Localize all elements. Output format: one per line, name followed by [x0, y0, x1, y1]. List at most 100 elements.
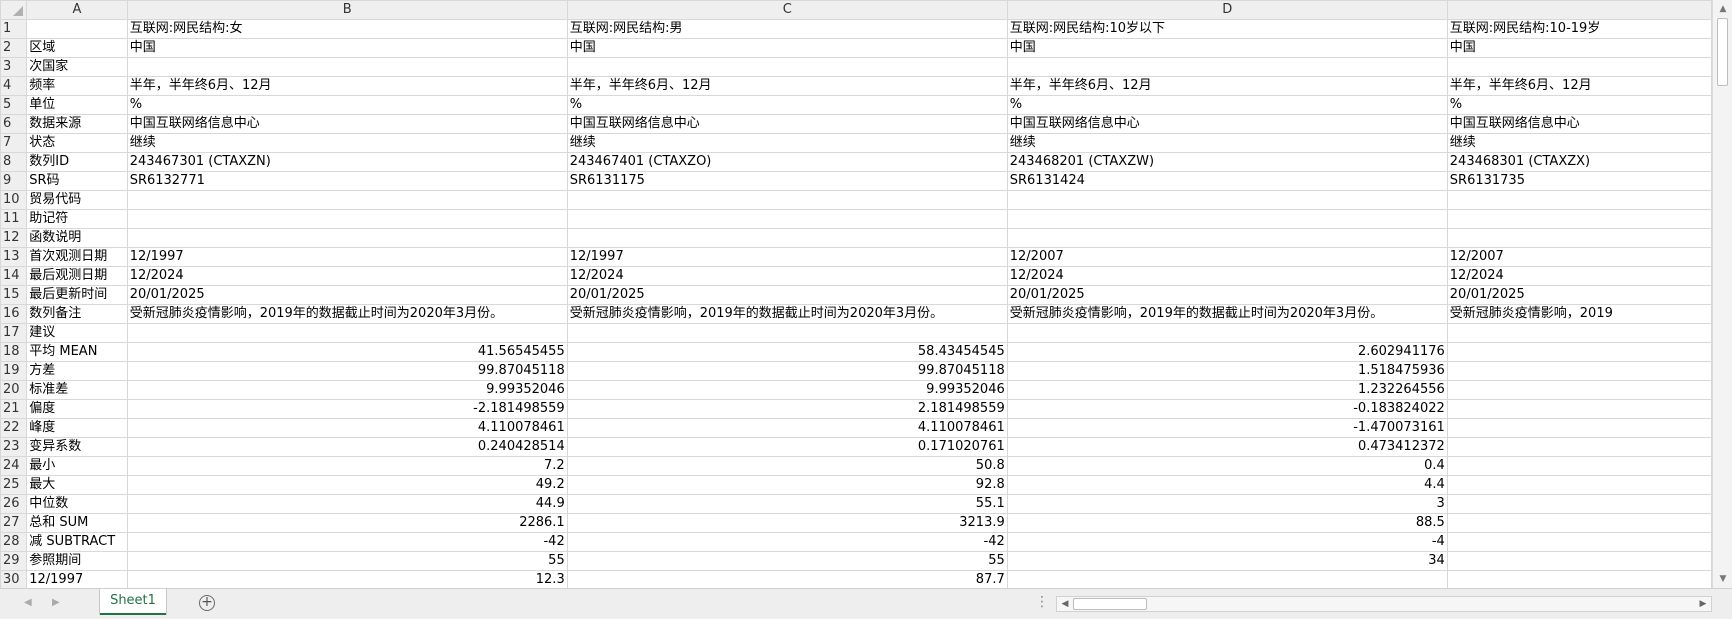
row-header[interactable]: 19 — [0, 361, 28, 381]
cell-a[interactable]: 12/1997 — [26, 570, 128, 588]
row-header[interactable]: 11 — [0, 209, 28, 229]
cell-d[interactable]: 34 — [1006, 551, 1448, 571]
cell-d[interactable]: -0.183824022 — [1006, 399, 1448, 419]
cell-d[interactable]: 1.518475936 — [1006, 361, 1448, 381]
row-header[interactable]: 21 — [0, 399, 28, 419]
row-header[interactable]: 20 — [0, 380, 28, 400]
cell-a[interactable]: 次国家 — [26, 57, 128, 77]
cell-c[interactable]: 中国互联网络信息中心 — [566, 114, 1008, 134]
cell-e[interactable]: 继续 — [1446, 133, 1712, 153]
cell-a[interactable]: 数据来源 — [26, 114, 128, 134]
cell-a[interactable]: 最后更新时间 — [26, 285, 128, 305]
cell-e[interactable] — [1446, 437, 1712, 457]
cell-e[interactable]: 半年，半年终6月、12月 — [1446, 76, 1712, 96]
cell-b[interactable] — [126, 209, 568, 229]
cell-c[interactable]: 243467401 (CTAXZO) — [566, 152, 1008, 172]
cell-d[interactable] — [1006, 57, 1448, 77]
cell-b[interactable] — [126, 228, 568, 248]
cell-b[interactable] — [126, 190, 568, 210]
cell-c[interactable]: 继续 — [566, 133, 1008, 153]
cell-d[interactable]: % — [1006, 95, 1448, 115]
cell-a[interactable]: 峰度 — [26, 418, 128, 438]
cell-d[interactable]: 3 — [1006, 494, 1448, 514]
row-header[interactable]: 16 — [0, 304, 28, 324]
cell-a[interactable]: 频率 — [26, 76, 128, 96]
plus-circle-icon[interactable]: + — [199, 595, 215, 611]
cell-a[interactable]: 助记符 — [26, 209, 128, 229]
cell-c[interactable] — [566, 57, 1008, 77]
row-header[interactable]: 2 — [0, 38, 28, 58]
cell-a[interactable]: 单位 — [26, 95, 128, 115]
cell-c[interactable] — [566, 190, 1008, 210]
cell-e[interactable]: SR6131735 — [1446, 171, 1712, 191]
cell-b[interactable]: -2.181498559 — [126, 399, 568, 419]
cell-b[interactable]: 受新冠肺炎疫情影响，2019年的数据截止时间为2020年3月份。 — [126, 304, 568, 324]
cell-d[interactable]: 0.473412372 — [1006, 437, 1448, 457]
cell-e[interactable]: 12/2007 — [1446, 247, 1712, 267]
row-header[interactable]: 3 — [0, 57, 28, 77]
cell-c[interactable]: % — [566, 95, 1008, 115]
cell-c[interactable]: 12/2024 — [566, 266, 1008, 286]
spreadsheet-grid[interactable]: A B C D 1 互联网:网民结构:女 互联网:网民结构:男 互联网:网民结构:10… — [0, 0, 1712, 588]
cell-e[interactable] — [1446, 342, 1712, 362]
cell-e[interactable] — [1446, 323, 1712, 343]
cell-d[interactable]: 2.602941176 — [1006, 342, 1448, 362]
cell-a[interactable]: 中位数 — [26, 494, 128, 514]
cell-a[interactable]: 数列备注 — [26, 304, 128, 324]
cell-c[interactable]: 58.43454545 — [566, 342, 1008, 362]
cell-d[interactable]: 243468201 (CTAXZW) — [1006, 152, 1448, 172]
select-all-corner[interactable] — [0, 0, 28, 20]
cell-d[interactable]: 继续 — [1006, 133, 1448, 153]
cell-a[interactable]: 减 SUBTRACT — [26, 532, 128, 552]
cell-d[interactable] — [1006, 190, 1448, 210]
cell-c[interactable]: 20/01/2025 — [566, 285, 1008, 305]
cell-c[interactable]: 中国 — [566, 38, 1008, 58]
cell-b[interactable] — [126, 323, 568, 343]
column-header-b[interactable]: B — [126, 0, 568, 20]
cell-b[interactable]: 9.99352046 — [126, 380, 568, 400]
cell-a[interactable]: 建议 — [26, 323, 128, 343]
cell-a[interactable]: 平均 MEAN — [26, 342, 128, 362]
cell-a[interactable]: 方差 — [26, 361, 128, 381]
cell-b[interactable]: 44.9 — [126, 494, 568, 514]
cell-d[interactable]: 4.4 — [1006, 475, 1448, 495]
cell-b[interactable]: SR6132771 — [126, 171, 568, 191]
cell-c[interactable]: 2.181498559 — [566, 399, 1008, 419]
cell-e[interactable]: % — [1446, 95, 1712, 115]
cell-d[interactable]: 中国 — [1006, 38, 1448, 58]
row-header[interactable]: 13 — [0, 247, 28, 267]
cell-a[interactable] — [26, 19, 128, 39]
cell-c[interactable]: 12/1997 — [566, 247, 1008, 267]
cell-a[interactable]: 数列ID — [26, 152, 128, 172]
cell-c[interactable] — [566, 228, 1008, 248]
tab-sheet1[interactable]: Sheet1 — [100, 589, 166, 615]
cell-b[interactable]: 中国互联网络信息中心 — [126, 114, 568, 134]
row-header[interactable]: 22 — [0, 418, 28, 438]
cell-a[interactable]: 偏度 — [26, 399, 128, 419]
row-header[interactable]: 15 — [0, 285, 28, 305]
cell-d[interactable] — [1006, 228, 1448, 248]
cell-b[interactable]: -42 — [126, 532, 568, 552]
cell-d[interactable]: 中国互联网络信息中心 — [1006, 114, 1448, 134]
cell-b[interactable] — [126, 57, 568, 77]
cell-a[interactable]: 区域 — [26, 38, 128, 58]
cell-d[interactable] — [1006, 570, 1448, 588]
cell-d[interactable] — [1006, 209, 1448, 229]
row-header[interactable]: 4 — [0, 76, 28, 96]
chevron-right-icon[interactable]: ▶ — [1696, 597, 1710, 611]
chevron-down-icon[interactable]: ▼ — [1716, 572, 1730, 586]
cell-c[interactable]: 半年，半年终6月、12月 — [566, 76, 1008, 96]
cell-d[interactable]: 互联网:网民结构:10岁以下 — [1006, 19, 1448, 39]
row-header[interactable]: 26 — [0, 494, 28, 514]
cell-c[interactable]: 9.99352046 — [566, 380, 1008, 400]
row-header[interactable]: 1 — [0, 19, 28, 39]
cell-e[interactable] — [1446, 190, 1712, 210]
cell-b[interactable]: 互联网:网民结构:女 — [126, 19, 568, 39]
cell-c[interactable]: 55 — [566, 551, 1008, 571]
cell-a[interactable]: 首次观测日期 — [26, 247, 128, 267]
cell-b[interactable]: 55 — [126, 551, 568, 571]
cell-e[interactable] — [1446, 551, 1712, 571]
row-header[interactable]: 18 — [0, 342, 28, 362]
cell-a[interactable]: 最大 — [26, 475, 128, 495]
cell-table[interactable]: A B C D 1 互联网:网民结构:女 互联网:网民结构:男 互联网:网民结构:10… — [0, 0, 1712, 588]
